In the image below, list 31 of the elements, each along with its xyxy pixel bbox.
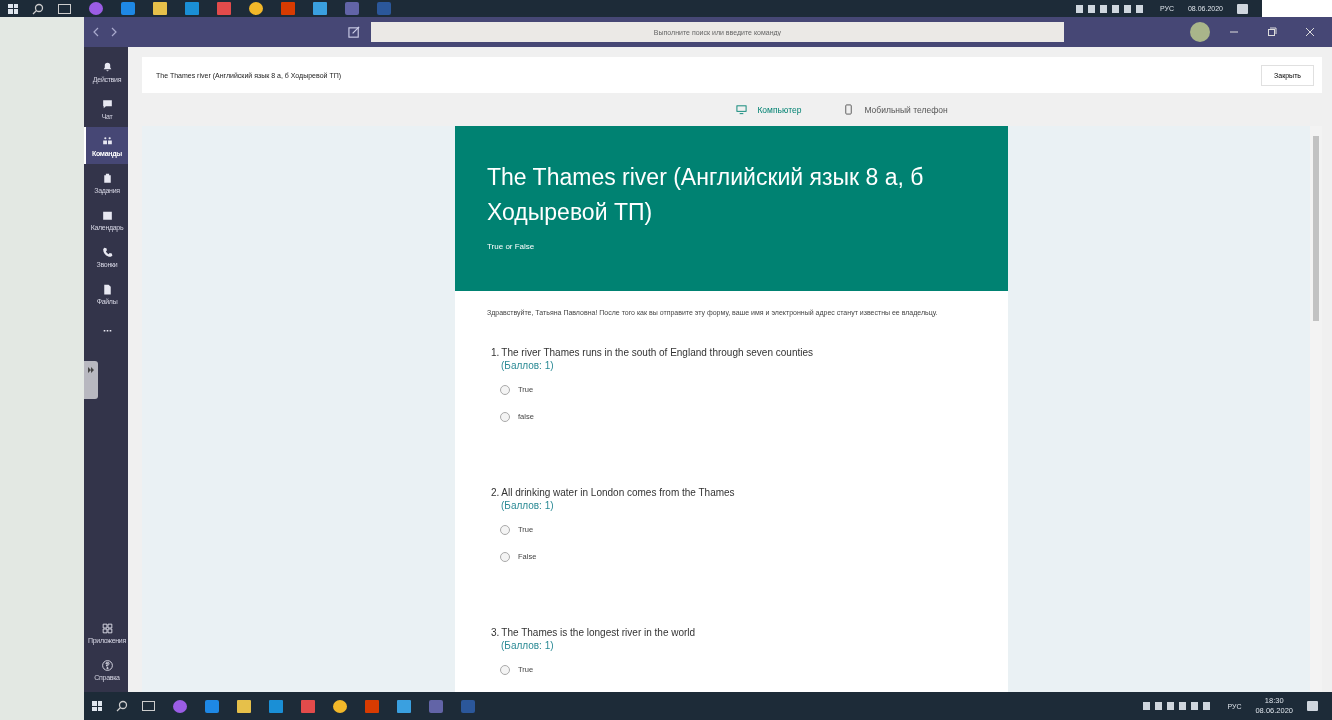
phone-icon <box>100 245 114 259</box>
collapse-handle[interactable] <box>84 361 98 399</box>
question-number: 2. <box>491 487 500 498</box>
question-text: The river Thames runs in the south of England through seven counties <box>501 347 813 358</box>
question-number: 1. <box>491 347 500 358</box>
preview-tab[interactable]: Мобильный телефон <box>837 103 954 116</box>
back-icon[interactable] <box>92 27 100 37</box>
forward-icon[interactable] <box>110 27 118 37</box>
question-text: All drinking water in London comes from the Thames <box>501 487 735 498</box>
search-icon[interactable] <box>32 2 44 15</box>
help-icon <box>100 658 114 672</box>
form-title: The Thames river (Английский язык 8 а, б Ходыревой ТП) <box>487 163 925 227</box>
question-points: (Баллов: 1) <box>501 500 555 511</box>
question-points: (Баллов: 1) <box>501 640 555 651</box>
tray-icons[interactable] <box>1075 4 1146 13</box>
apps-icon <box>100 621 114 635</box>
windows-start-icon[interactable] <box>8 3 18 14</box>
compose-icon[interactable] <box>348 25 361 39</box>
form-subtitle: True or False <box>487 242 536 251</box>
phone-device-icon <box>843 104 855 115</box>
task-view-icon[interactable] <box>142 701 155 711</box>
task-view-icon[interactable] <box>58 3 71 14</box>
monitor-icon <box>736 104 748 115</box>
preview-tab[interactable]: Компьютер <box>730 103 808 116</box>
search-icon[interactable] <box>116 700 128 712</box>
question-points: (Баллов: 1) <box>501 360 555 371</box>
question-number: 3. <box>491 627 500 638</box>
avatar[interactable] <box>1190 22 1210 42</box>
question-text: The Thames is the longest river in the world <box>501 627 696 638</box>
windows-start-icon[interactable] <box>92 701 102 711</box>
notification-icon[interactable] <box>1237 3 1248 14</box>
